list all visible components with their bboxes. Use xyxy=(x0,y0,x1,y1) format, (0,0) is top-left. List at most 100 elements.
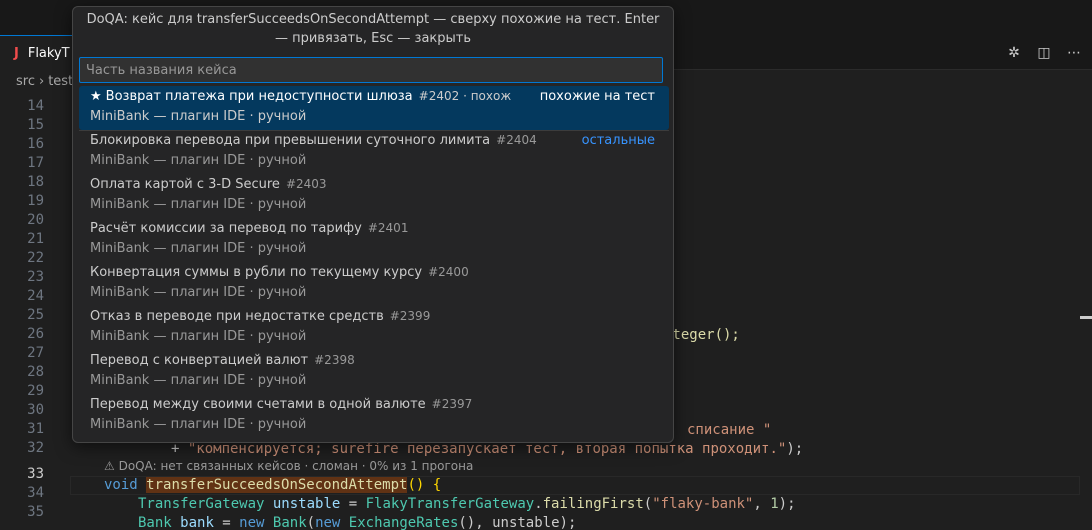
case-project: MiniBank — плагин IDE · ручной xyxy=(90,197,307,212)
case-project: MiniBank — плагин IDE · ручной xyxy=(90,153,307,168)
code-token: , xyxy=(753,496,771,512)
code-token: = xyxy=(213,515,240,530)
more-actions-icon[interactable]: ⋯ xyxy=(1066,45,1082,61)
case-label-row: Оплата картой с 3-D Secure #2403 xyxy=(90,177,327,192)
case-project: MiniBank — плагин IDE · ручной xyxy=(90,329,307,344)
code-line-33: void transferSucceedsOnSecondAttempt() { xyxy=(104,477,441,493)
case-title: Перевод между своими счетами в одной вал… xyxy=(90,397,426,412)
code-token: . xyxy=(534,496,543,512)
code-line-26-tail: nteger(); xyxy=(664,327,740,343)
tab-label: FlakyT xyxy=(27,45,70,61)
line-number: 29 xyxy=(27,383,44,399)
case-title: Возврат платежа при недоступности шлюза xyxy=(105,89,413,104)
case-id: #2400 xyxy=(428,265,469,279)
method-name-highlight[interactable]: transferSucceedsOnSecondAttempt xyxy=(146,477,408,493)
case-title: Отказ в переводе при недостатке средств xyxy=(90,309,384,324)
line-number: 33 xyxy=(27,466,44,482)
code-token: TransferGateway xyxy=(138,496,265,512)
line-number: 35 xyxy=(27,504,44,520)
case-list-item[interactable]: Конвертация суммы в рубли по текущему ку… xyxy=(79,262,669,306)
code-token: bank xyxy=(180,515,214,530)
line-number: 30 xyxy=(27,402,44,418)
code-token: Bank xyxy=(138,515,172,530)
code-token: failingFirst xyxy=(542,496,644,512)
case-title: Расчёт комиссии за перевод по тарифу xyxy=(90,221,362,236)
code-token: void xyxy=(104,477,138,493)
scrollbar-marker[interactable] xyxy=(1080,316,1092,319)
case-label-row: ★ Возврат платежа при недоступности шлюза… xyxy=(90,89,511,104)
code-token: nteger(); xyxy=(664,327,740,343)
case-list-item[interactable]: Перевод с конвертацией валют #2398 MiniBan… xyxy=(79,350,669,394)
case-label-row: Перевод с конвертацией валют #2398 xyxy=(90,353,355,368)
case-id: #2404 xyxy=(496,133,537,147)
code-line-35: Bank bank = new Bank(new ExchangeRates()… xyxy=(138,515,577,530)
java-file-icon: J xyxy=(14,45,19,61)
code-token: ); xyxy=(778,496,796,512)
code-token: ExchangeRates xyxy=(348,515,459,530)
case-search-input[interactable] xyxy=(79,57,663,83)
line-number: 14 xyxy=(27,98,44,114)
chevron-right-icon: › xyxy=(38,73,45,89)
line-number: 17 xyxy=(27,155,44,171)
codelens-doqa-status[interactable]: ⚠ DoQA: нет связанных кейсов · сломан · … xyxy=(104,459,473,473)
code-token: new xyxy=(315,515,341,530)
line-number: 34 xyxy=(27,485,44,501)
line-number: 32 xyxy=(27,440,44,456)
case-list-item[interactable]: ★ Возврат платежа при недоступности шлюза… xyxy=(79,86,669,130)
case-label-row: Перевод между своими счетами в одной вал… xyxy=(90,397,472,412)
code-token: ); xyxy=(786,441,804,457)
code-token: "flaky-bank" xyxy=(652,496,754,512)
case-project: MiniBank — плагин IDE · ручной xyxy=(90,241,307,256)
breadcrumb: src › test xyxy=(16,71,73,91)
case-id: #2401 xyxy=(367,221,409,235)
case-title: Перевод с конвертацией валют xyxy=(90,353,309,368)
line-number: 20 xyxy=(27,212,44,228)
case-label-row: Блокировка перевода при превышении суточ… xyxy=(90,133,537,148)
code-token: 1 xyxy=(770,496,779,512)
line-number: 19 xyxy=(27,193,44,209)
line-number: 26 xyxy=(27,326,44,342)
breadcrumb-item[interactable]: src xyxy=(16,74,35,89)
line-number: 23 xyxy=(27,269,44,285)
line-number: 28 xyxy=(27,364,44,380)
case-list: ★ Возврат платежа при недоступности шлюза… xyxy=(79,86,669,438)
case-list-item[interactable]: Блокировка перевода при превышении суточ… xyxy=(79,130,669,174)
code-token: FlakyTransferGateway xyxy=(365,496,535,512)
code-token: + xyxy=(171,441,188,457)
case-list-item[interactable]: Расчёт комиссии за перевод по тарифу #240… xyxy=(79,218,669,262)
line-number: 25 xyxy=(27,307,44,323)
line-number: 31 xyxy=(27,421,44,437)
case-label-row: Расчёт комиссии за перевод по тарифу #240… xyxy=(90,221,408,236)
editor-actions: ✲ ◫ ⋯ xyxy=(1006,35,1082,70)
case-id: #2399 xyxy=(389,309,431,323)
case-list-item[interactable]: Отказ в переводе при недостатке средств #… xyxy=(79,306,669,350)
line-number: 21 xyxy=(27,231,44,247)
code-token: (), unstable); xyxy=(458,515,577,530)
group-divider xyxy=(79,130,669,131)
code-line-34: TransferGateway unstable = FlakyTransfer… xyxy=(138,496,796,512)
breadcrumb-item[interactable]: test xyxy=(48,74,73,89)
line-number: 22 xyxy=(27,250,44,266)
code-token: new xyxy=(239,515,265,530)
line-number: 24 xyxy=(27,288,44,304)
case-label-row: Отказ в переводе при недостатке средств #… xyxy=(90,309,430,324)
debug-icon[interactable]: ✲ xyxy=(1006,45,1022,61)
case-label-row: Конвертация суммы в рубли по текущему ку… xyxy=(90,265,469,280)
code-line-31-tail: списание " xyxy=(687,422,771,438)
code-token: () { xyxy=(407,477,442,493)
case-list-item[interactable]: Перевод между своими счетами в одной вал… xyxy=(79,394,669,438)
case-project: MiniBank — плагин IDE · ручной xyxy=(90,109,307,124)
group-label: похожие на тест xyxy=(539,89,655,104)
code-token: unstable xyxy=(272,496,341,512)
case-list-item[interactable]: Оплата картой с 3-D Secure #2403 MiniBank … xyxy=(79,174,669,218)
case-project: MiniBank — плагин IDE · ручной xyxy=(90,373,307,388)
case-id: #2398 xyxy=(314,353,355,367)
case-project: MiniBank — плагин IDE · ручной xyxy=(90,417,307,432)
code-token: "компенсируется; surefire перезапускает … xyxy=(187,441,787,457)
group-label: остальные xyxy=(581,133,655,148)
split-editor-icon[interactable]: ◫ xyxy=(1036,45,1052,61)
quick-pick-title: DoQA: кейс для transferSucceedsOnSecondA… xyxy=(86,12,660,46)
case-project: MiniBank — плагин IDE · ручной xyxy=(90,285,307,300)
code-token: = xyxy=(340,496,366,512)
line-number: 15 xyxy=(27,117,44,133)
